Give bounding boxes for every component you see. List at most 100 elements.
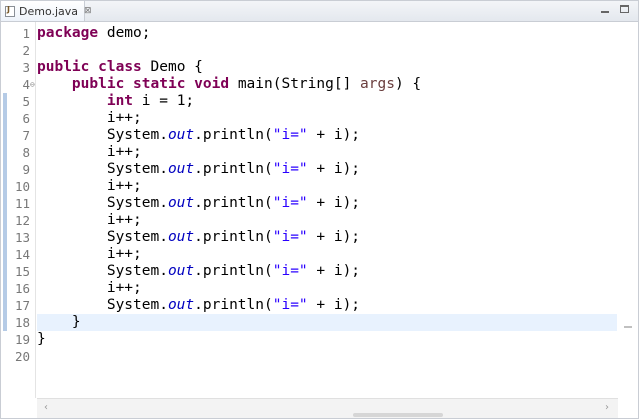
scroll-corner — [1, 398, 37, 418]
code-line[interactable]: public static void main(String[] args) { — [37, 76, 617, 93]
line-number: 9 — [22, 162, 30, 177]
line-number: 1 — [22, 26, 30, 41]
code-token: main(String[] — [229, 76, 361, 92]
code-line[interactable]: int i = 1; — [37, 93, 617, 110]
vertical-ruler — [1, 22, 8, 398]
code-token: "i=" — [272, 297, 308, 313]
close-icon[interactable]: ⊠ — [84, 6, 92, 16]
code-token: args — [360, 76, 395, 92]
code-token: + i); — [307, 161, 361, 177]
code-token: .println( — [194, 161, 273, 177]
scrollbar-thumb[interactable] — [353, 413, 443, 417]
code-token: "i=" — [272, 161, 308, 177]
code-token: } — [37, 331, 46, 347]
code-token: } — [37, 314, 81, 330]
line-number: 16 — [14, 281, 30, 296]
code-token: .println( — [194, 229, 273, 245]
line-number: 7 — [22, 128, 30, 143]
code-line[interactable]: } — [37, 314, 617, 331]
code-token: i = 1; — [133, 93, 195, 109]
line-number-gutter: 1 2 3 4 ⊖ 5 6 7 8 9 10 11 12 13 14 15 16 17 18 19 20 — [8, 22, 36, 398]
tab-demo-java[interactable]: Demo.java ⊠ — [1, 1, 92, 21]
code-token: out — [167, 263, 195, 279]
scroll-left-icon[interactable]: ‹ — [40, 402, 52, 414]
minimize-icon[interactable] — [599, 4, 611, 16]
line-number: 10 — [14, 179, 30, 194]
code-line[interactable]: System.out.println("i=" + i); — [37, 297, 617, 314]
code-token: package — [37, 25, 99, 41]
java-editor-window: Demo.java ⊠ 1234⊖56789101112131415161718… — [0, 0, 639, 419]
tab-label: Demo.java — [19, 4, 79, 18]
code-token: "i=" — [272, 229, 308, 245]
change-indicator-bar — [3, 93, 7, 331]
line-number: 20 — [14, 349, 30, 364]
code-token: ) { — [394, 76, 422, 92]
line-number: 18 — [14, 315, 30, 330]
editor-tab-bar: Demo.java ⊠ — [1, 1, 638, 22]
code-line[interactable]: System.out.println("i=" + i); — [37, 127, 617, 144]
code-token: void — [194, 76, 230, 92]
code-token: class — [98, 59, 142, 75]
code-text-area[interactable]: package demo; public class Demo { public … — [37, 22, 617, 398]
code-token: out — [167, 297, 195, 313]
code-token: .println( — [194, 297, 273, 313]
line-number: 11 — [14, 196, 30, 211]
overview-marker — [624, 326, 632, 328]
line-number: 5 — [22, 94, 30, 109]
code-line[interactable]: i++; — [37, 110, 617, 127]
code-line[interactable]: System.out.println("i=" + i); — [37, 195, 617, 212]
code-token: i++; — [37, 212, 142, 228]
line-number: 2 — [22, 43, 30, 58]
code-line[interactable]: i++; — [37, 144, 617, 161]
code-token: + i); — [307, 297, 361, 313]
code-token: .println( — [194, 263, 273, 279]
code-line[interactable]: package demo; — [37, 25, 617, 42]
scroll-right-icon[interactable]: › — [601, 402, 613, 414]
code-line[interactable]: System.out.println("i=" + i); — [37, 229, 617, 246]
code-line[interactable] — [37, 348, 617, 365]
code-token: i++; — [37, 144, 142, 160]
code-line[interactable]: i++; — [37, 280, 617, 297]
code-token: public — [37, 59, 90, 75]
code-token: i++; — [37, 110, 142, 126]
code-line[interactable]: } — [37, 331, 617, 348]
line-number: 17 — [14, 298, 30, 313]
maximize-icon[interactable] — [619, 4, 631, 16]
code-token: i++; — [37, 178, 142, 194]
code-token: "i=" — [272, 195, 308, 211]
code-token: + i); — [307, 229, 361, 245]
fold-toggle-icon[interactable]: ⊖ — [30, 76, 36, 93]
code-token: .println( — [194, 127, 273, 143]
code-token: out — [167, 127, 195, 143]
code-token: System. — [37, 229, 168, 245]
code-token: + i); — [307, 263, 361, 279]
code-editor[interactable]: 1 2 3 4 ⊖ 5 6 7 8 9 10 11 12 13 14 15 16 17 18 19 20 package… — [1, 22, 638, 398]
code-token: "i=" — [272, 127, 308, 143]
overview-ruler — [618, 22, 638, 398]
line-number: 15 — [14, 264, 30, 279]
code-token: "i=" — [272, 263, 308, 279]
line-number: 14 — [14, 247, 30, 262]
code-line[interactable]: i++; — [37, 246, 617, 263]
code-token: System. — [37, 195, 168, 211]
code-token: out — [167, 229, 195, 245]
code-token: System. — [37, 297, 168, 313]
line-number: 12 — [14, 213, 30, 228]
code-line[interactable]: System.out.println("i=" + i); — [37, 161, 617, 178]
code-line[interactable]: System.out.println("i=" + i); — [37, 263, 617, 280]
horizontal-scrollbar[interactable]: ‹ › — [37, 398, 618, 418]
code-line[interactable] — [37, 42, 617, 59]
code-token: i++; — [37, 280, 142, 296]
code-line[interactable]: i++; — [37, 212, 617, 229]
line-number: 6 — [22, 111, 30, 126]
code-line[interactable]: i++; — [37, 178, 617, 195]
java-file-icon — [5, 5, 15, 17]
line-number: 4 — [22, 77, 30, 92]
line-number: 13 — [14, 230, 30, 245]
code-line[interactable]: public class Demo { — [37, 59, 617, 76]
